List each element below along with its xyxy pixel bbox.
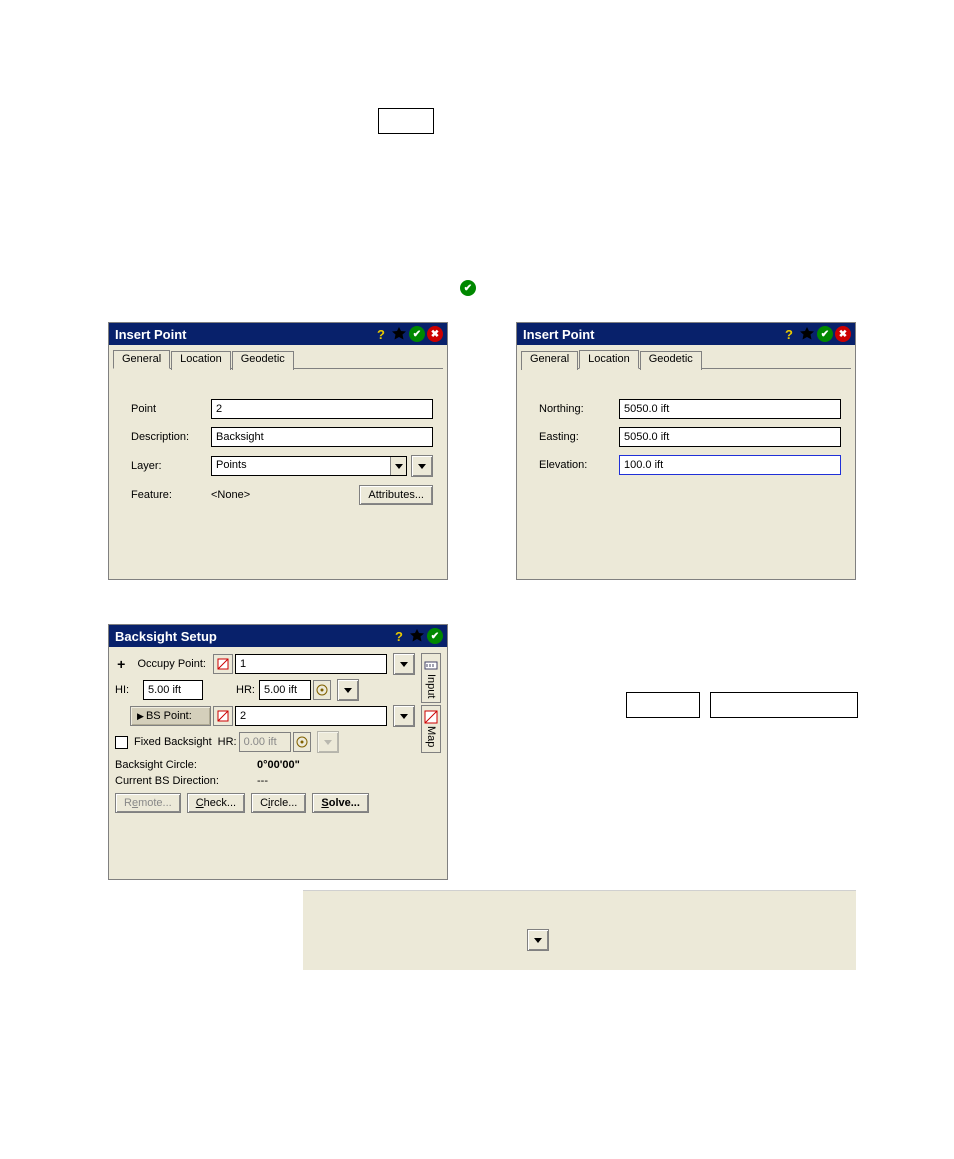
hr-input[interactable] (259, 680, 311, 700)
side-tab-map[interactable]: Map (421, 705, 441, 752)
help-icon[interactable]: ? (373, 326, 389, 342)
backsight-setup-dialog: Backsight Setup ? ✔ + Occupy Point: HI: … (108, 624, 448, 880)
hi-input[interactable] (143, 680, 203, 700)
empty-box-1 (626, 692, 700, 718)
fixed-hr-label: HR: (218, 736, 237, 748)
description-input[interactable] (211, 427, 433, 447)
ok-icon[interactable]: ✔ (409, 326, 425, 342)
bs-point-label: BS Point: (146, 710, 192, 722)
tab-geodetic[interactable]: Geodetic (640, 351, 702, 370)
tab-panel-location: Northing: Easting: Elevation: (521, 368, 851, 503)
insert-point-dialog-general: Insert Point ? ✔ ✖ General Location Geod… (108, 322, 448, 580)
backsight-body: + Occupy Point: HI: HR: ▶ BS Point: (109, 647, 447, 819)
circle-button[interactable]: Circle... (251, 793, 306, 813)
bottom-buttons: Remote... Check... Circle... Solve... (115, 793, 415, 813)
empty-box-2 (710, 692, 858, 718)
map-icon (424, 710, 438, 724)
easting-input[interactable] (619, 427, 841, 447)
target-icon[interactable] (293, 732, 311, 752)
side-tabs: Input Map (421, 653, 441, 755)
ok-check-icon: ✔ (460, 280, 476, 296)
layer-dropdown-button[interactable] (411, 455, 433, 477)
ok-icon[interactable]: ✔ (817, 326, 833, 342)
northing-input[interactable] (619, 399, 841, 419)
chevron-down-icon (390, 457, 406, 475)
occupy-point-label: Occupy Point: (133, 656, 211, 672)
star-icon[interactable] (799, 326, 815, 342)
description-label: Description: (131, 431, 211, 443)
mid-panel (303, 890, 856, 970)
remote-button: Remote... (115, 793, 181, 813)
close-icon[interactable]: ✖ (427, 326, 443, 342)
elevation-label: Elevation: (539, 459, 619, 471)
help-icon[interactable]: ? (781, 326, 797, 342)
help-icon[interactable]: ? (391, 628, 407, 644)
star-icon[interactable] (391, 326, 407, 342)
target-icon[interactable] (313, 680, 331, 700)
layer-label: Layer: (131, 460, 211, 472)
bs-dropdown-button[interactable] (393, 705, 415, 727)
direction-value: --- (257, 775, 268, 787)
fixed-backsight-label: Fixed Backsight (134, 736, 212, 748)
tab-panel-general: Point Description: Layer: Points Feature… (113, 368, 443, 533)
point-input[interactable] (211, 399, 433, 419)
fixed-backsight-checkbox[interactable] (115, 736, 128, 749)
title-bar: Insert Point ? ✔ ✖ (517, 323, 855, 345)
point-label: Point (131, 403, 211, 415)
fixed-hr-input (239, 732, 291, 752)
side-tab-input-label: Input (425, 674, 437, 698)
title-bar: Backsight Setup ? ✔ (109, 625, 447, 647)
circle-label: Backsight Circle: (115, 759, 255, 771)
title-text: Insert Point (115, 327, 373, 342)
title-text: Insert Point (523, 327, 781, 342)
feature-label: Feature: (131, 489, 211, 501)
occupy-point-input[interactable] (235, 654, 387, 674)
insert-point-dialog-location: Insert Point ? ✔ ✖ General Location Geod… (516, 322, 856, 580)
easting-label: Easting: (539, 431, 619, 443)
tab-location[interactable]: Location (171, 351, 231, 370)
tabs: General Location Geodetic (521, 349, 855, 368)
layer-select-value: Points (216, 459, 247, 471)
ok-icon[interactable]: ✔ (427, 628, 443, 644)
elevation-input[interactable] (619, 455, 841, 475)
solve-button[interactable]: Solve... (312, 793, 369, 813)
map-pick-icon[interactable] (213, 706, 233, 726)
keyboard-icon (424, 658, 438, 672)
side-tab-map-label: Map (425, 726, 437, 747)
tab-general[interactable]: General (521, 351, 578, 370)
direction-label: Current BS Direction: (115, 775, 255, 787)
fixed-hr-dropdown-button (317, 731, 339, 753)
layer-select[interactable]: Points (211, 456, 407, 476)
map-pick-icon[interactable] (213, 654, 233, 674)
triangle-right-icon: ▶ (137, 711, 144, 722)
close-icon[interactable]: ✖ (835, 326, 851, 342)
tab-geodetic[interactable]: Geodetic (232, 351, 294, 370)
title-bar: Insert Point ? ✔ ✖ (109, 323, 447, 345)
tab-location[interactable]: Location (579, 350, 639, 369)
hr-dropdown-button[interactable] (337, 679, 359, 701)
small-empty-box (378, 108, 434, 134)
bs-point-button[interactable]: ▶ BS Point: (130, 706, 211, 726)
tab-general[interactable]: General (113, 350, 170, 369)
title-text: Backsight Setup (115, 629, 391, 644)
circle-value: 0°00'00" (257, 759, 300, 771)
star-icon[interactable] (409, 628, 425, 644)
hi-label: HI: (115, 684, 141, 696)
tabs: General Location Geodetic (113, 349, 447, 368)
plus-icon: + (115, 656, 127, 672)
mid-dropdown-button[interactable] (527, 929, 549, 951)
bs-point-input[interactable] (235, 706, 387, 726)
northing-label: Northing: (539, 403, 619, 415)
occupy-dropdown-button[interactable] (393, 653, 415, 675)
hr-label: HR: (225, 684, 255, 696)
attributes-button[interactable]: Attributes... (359, 485, 433, 505)
feature-value: <None> (211, 489, 359, 501)
side-tab-input[interactable]: Input (421, 653, 441, 703)
check-button[interactable]: Check... (187, 793, 245, 813)
